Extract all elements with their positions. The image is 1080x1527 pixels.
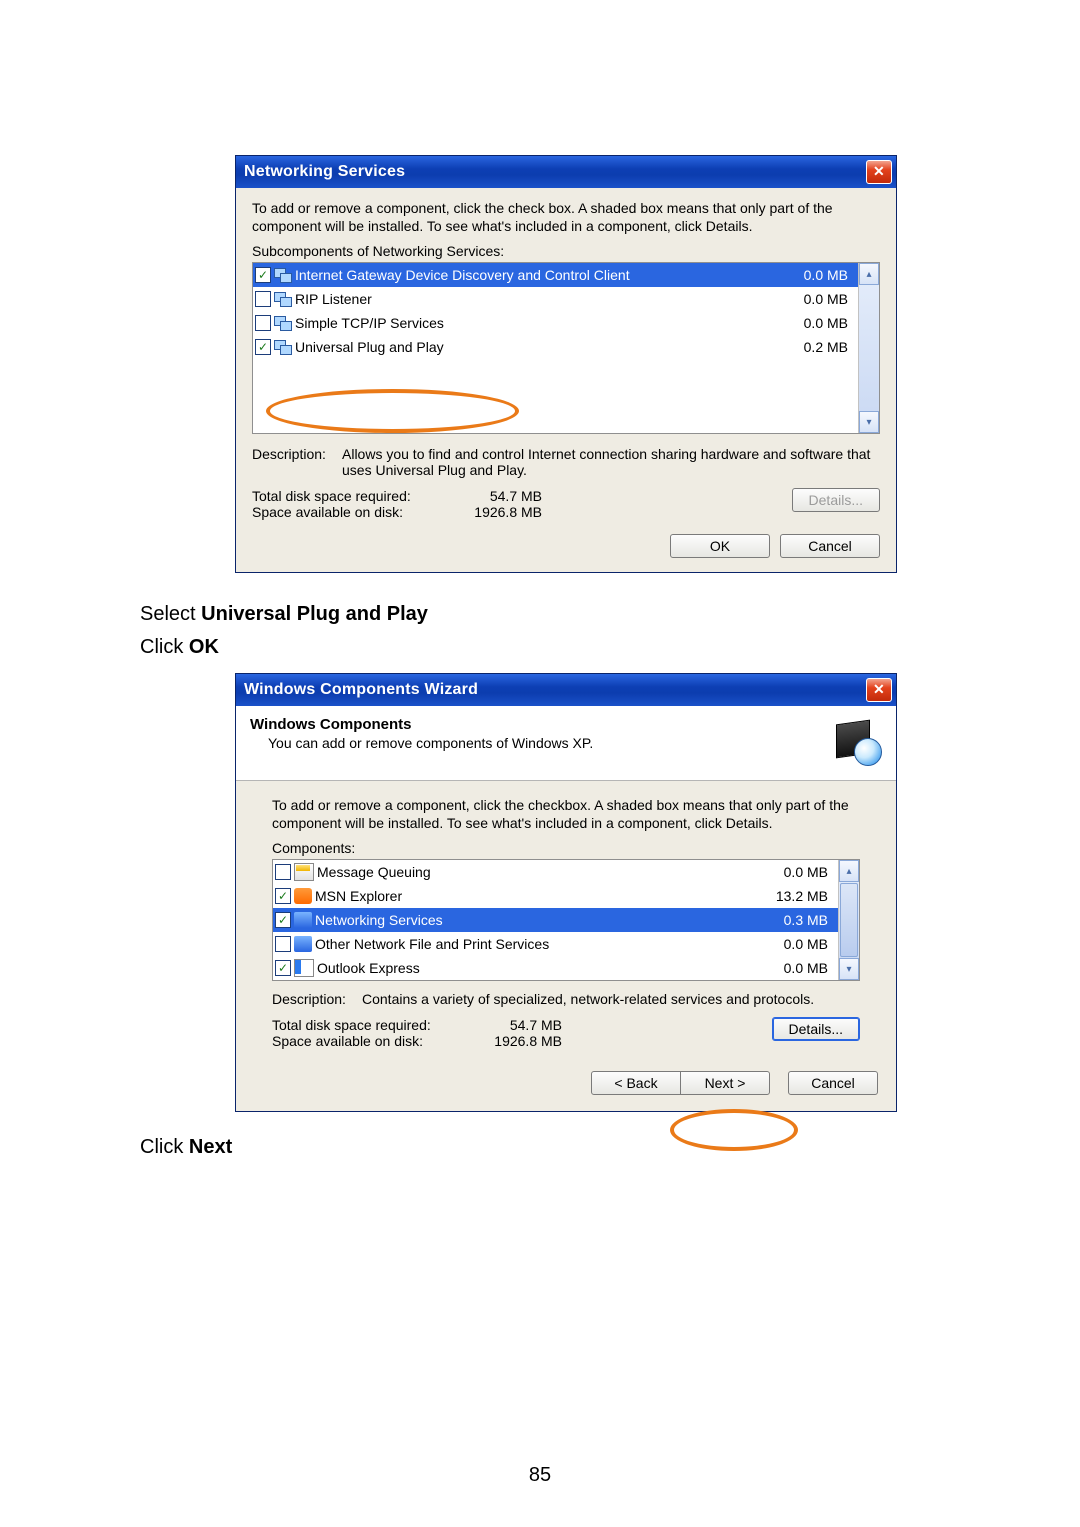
checkbox[interactable] [275, 864, 291, 880]
space-avail-label: Space available on disk: [272, 1033, 472, 1049]
total-disk-label: Total disk space required: [252, 488, 452, 504]
networking-services-dialog: Networking Services ✕ To add or remove a… [235, 155, 897, 573]
checkbox[interactable] [255, 315, 271, 331]
close-button[interactable]: ✕ [866, 678, 892, 702]
close-button[interactable]: ✕ [866, 160, 892, 184]
list-item[interactable]: Other Network File and Print Services0.0… [273, 932, 838, 956]
dialog2-wrap: Windows Components Wizard ✕ Windows Comp… [0, 673, 1080, 1112]
dialog2-desc-label: Description: [272, 991, 362, 1007]
dialog2-title: Windows Components Wizard [244, 681, 478, 699]
list-item-label: Other Network File and Print Services [315, 936, 748, 952]
network-icon [274, 339, 292, 355]
back-button[interactable]: < Back [591, 1071, 681, 1095]
network-icon [274, 291, 292, 307]
dialog2-desc-text: Contains a variety of specialized, netwo… [362, 991, 860, 1007]
next-button[interactable]: Next > [680, 1071, 770, 1095]
checkbox[interactable]: ✓ [275, 912, 291, 928]
list-item[interactable]: Message Queuing0.0 MB [273, 860, 838, 884]
list-item-size: 0.0 MB [768, 291, 852, 307]
scroll-down-icon[interactable]: ▾ [839, 958, 859, 980]
details-button[interactable]: Details... [772, 1017, 860, 1041]
dialog2-body: To add or remove a component, click the … [236, 781, 896, 1063]
list-item-label: Message Queuing [317, 864, 748, 880]
list-item-size: 0.3 MB [748, 912, 832, 928]
component-icon [294, 888, 312, 904]
list-item-label: Universal Plug and Play [295, 339, 768, 355]
list-item[interactable]: Simple TCP/IP Services0.0 MB [253, 311, 858, 335]
dialog1-titlebar: Networking Services ✕ [236, 156, 896, 188]
checkbox[interactable]: ✓ [255, 339, 271, 355]
scroll-up-icon[interactable]: ▴ [859, 263, 879, 285]
cancel-button[interactable]: Cancel [780, 534, 880, 558]
details-button: Details... [792, 488, 880, 512]
list-item-label: Simple TCP/IP Services [295, 315, 768, 331]
list-item[interactable]: ✓ Universal Plug and Play0.2 MB [253, 335, 858, 359]
list-item-size: 0.0 MB [768, 267, 852, 283]
component-icon [294, 936, 312, 952]
list-item[interactable]: ✓ Networking Services0.3 MB [273, 908, 838, 932]
list-item-label: Outlook Express [317, 960, 748, 976]
checkbox[interactable] [275, 936, 291, 952]
list-item-size: 13.2 MB [748, 888, 832, 904]
checkbox[interactable]: ✓ [275, 888, 291, 904]
wizard-footer: < Back Next > Cancel [236, 1063, 896, 1111]
list-item[interactable]: RIP Listener0.0 MB [253, 287, 858, 311]
list-item[interactable]: ✓ MSN Explorer13.2 MB [273, 884, 838, 908]
list-item-label: RIP Listener [295, 291, 768, 307]
component-icon [294, 912, 312, 928]
list-item-label: Networking Services [315, 912, 748, 928]
component-icon [294, 863, 314, 881]
caption-select-upnp: Select Universal Plug and Play [140, 603, 940, 626]
caption-click-next: Click Next [140, 1136, 940, 1159]
wizard-header: Windows Components You can add or remove… [236, 706, 896, 781]
list-item-size: 0.0 MB [748, 960, 832, 976]
close-icon: ✕ [873, 682, 885, 696]
wizard-subheading: You can add or remove components of Wind… [268, 735, 593, 751]
checkbox[interactable]: ✓ [255, 267, 271, 283]
list-item-label: MSN Explorer [315, 888, 748, 904]
windows-components-wizard-dialog: Windows Components Wizard ✕ Windows Comp… [235, 673, 897, 1112]
dialog1-body: To add or remove a component, click the … [236, 188, 896, 572]
total-disk-value: 54.7 MB [452, 488, 542, 504]
list-item[interactable]: ✓ Outlook Express0.0 MB [273, 956, 838, 980]
list-item-size: 0.2 MB [768, 339, 852, 355]
total-disk-label: Total disk space required: [272, 1017, 472, 1033]
dialog2-listbox[interactable]: Message Queuing0.0 MB✓MSN Explorer13.2 M… [272, 859, 860, 981]
space-avail-value: 1926.8 MB [452, 504, 542, 520]
component-icon [294, 959, 314, 977]
dialog1-desc-label: Description: [252, 446, 342, 478]
dialog1-wrap: Networking Services ✕ To add or remove a… [0, 155, 1080, 573]
dialog2-instructions: To add or remove a component, click the … [272, 797, 860, 832]
wizard-icon [832, 716, 882, 766]
dialog1-desc-text: Allows you to find and control Internet … [342, 446, 880, 478]
checkbox[interactable] [255, 291, 271, 307]
dialog1-list-label: Subcomponents of Networking Services: [252, 243, 880, 259]
scroll-down-icon[interactable]: ▾ [859, 411, 879, 433]
space-avail-value: 1926.8 MB [472, 1033, 562, 1049]
scrollbar[interactable]: ▴ ▾ [858, 263, 879, 433]
list-item[interactable]: ✓ Internet Gateway Device Discovery and C… [253, 263, 858, 287]
dialog2-list-label: Components: [272, 840, 860, 856]
network-icon [274, 315, 292, 331]
dialog1-listbox[interactable]: ✓ Internet Gateway Device Discovery and C… [252, 262, 880, 434]
list-item-size: 0.0 MB [748, 936, 832, 952]
dialog1-instructions: To add or remove a component, click the … [252, 200, 880, 235]
ok-button[interactable]: OK [670, 534, 770, 558]
dialog2-titlebar: Windows Components Wizard ✕ [236, 674, 896, 706]
space-avail-label: Space available on disk: [252, 504, 452, 520]
scroll-up-icon[interactable]: ▴ [839, 860, 859, 882]
scrollbar[interactable]: ▴ ▾ [838, 860, 859, 980]
cancel-button[interactable]: Cancel [788, 1071, 878, 1095]
checkbox[interactable]: ✓ [275, 960, 291, 976]
total-disk-value: 54.7 MB [472, 1017, 562, 1033]
wizard-heading: Windows Components [250, 716, 593, 733]
network-icon [274, 267, 292, 283]
dialog1-title: Networking Services [244, 163, 405, 181]
close-icon: ✕ [873, 164, 885, 178]
list-item-label: Internet Gateway Device Discovery and Co… [295, 267, 768, 283]
list-item-size: 0.0 MB [748, 864, 832, 880]
page-number: 85 [0, 1464, 1080, 1487]
caption-click-ok: Click OK [140, 636, 940, 659]
list-item-size: 0.0 MB [768, 315, 852, 331]
